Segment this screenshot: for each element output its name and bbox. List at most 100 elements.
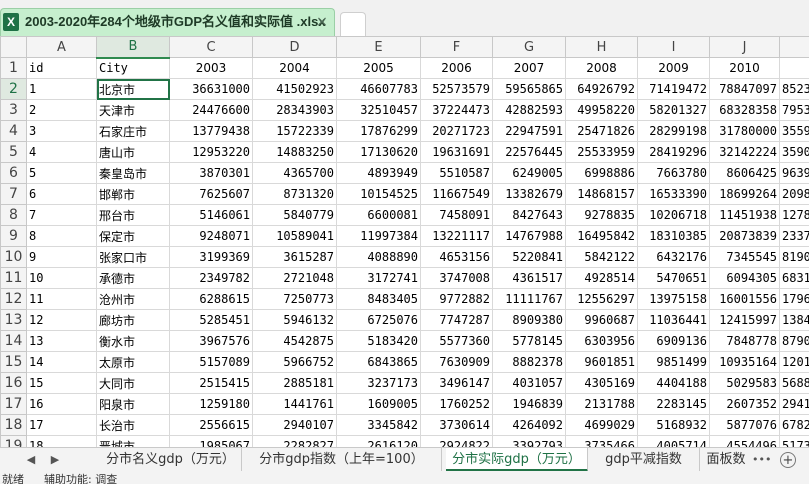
row-header[interactable]: 16: [0, 372, 27, 394]
cell-h2[interactable]: 64926792: [565, 78, 638, 100]
cell-i17[interactable]: 2283145: [637, 393, 710, 415]
cell-d3[interactable]: 28343903: [252, 99, 337, 121]
close-icon[interactable]: ×: [314, 13, 330, 31]
cell-k14[interactable]: 8790: [779, 330, 809, 352]
cell-h13[interactable]: 9960687: [565, 309, 638, 331]
cell-f8[interactable]: 7458091: [420, 204, 493, 226]
cell-j8[interactable]: 11451938: [709, 204, 780, 226]
cell-e17[interactable]: 1609005: [336, 393, 421, 415]
row-header[interactable]: 6: [0, 162, 27, 184]
cell-g10[interactable]: 5220841: [492, 246, 566, 268]
add-sheet-icon[interactable]: +: [780, 452, 796, 468]
cell-d9[interactable]: 10589041: [252, 225, 337, 247]
cell-k19[interactable]: 5173: [779, 435, 809, 447]
cell-a15[interactable]: 14: [26, 351, 97, 373]
cell-e11[interactable]: 3172741: [336, 267, 421, 289]
cell-d4[interactable]: 15722339: [252, 120, 337, 142]
cell-e16[interactable]: 3237173: [336, 372, 421, 394]
cell-j19[interactable]: 4554496: [709, 435, 780, 447]
cell-a16[interactable]: 15: [26, 372, 97, 394]
cell-a5[interactable]: 4: [26, 141, 97, 163]
cell-i11[interactable]: 5470651: [637, 267, 710, 289]
cell-a6[interactable]: 5: [26, 162, 97, 184]
cell-d10[interactable]: 3615287: [252, 246, 337, 268]
cell-b12[interactable]: 沧州市: [96, 288, 170, 310]
cell-c3[interactable]: 24476600: [169, 99, 253, 121]
row-header[interactable]: 10: [0, 246, 27, 268]
cell-f14[interactable]: 5577360: [420, 330, 493, 352]
cell-j4[interactable]: 31780000: [709, 120, 780, 142]
cell-c4[interactable]: 13779438: [169, 120, 253, 142]
cell-c13[interactable]: 5285451: [169, 309, 253, 331]
cell-e8[interactable]: 6600081: [336, 204, 421, 226]
cell-h17[interactable]: 2131788: [565, 393, 638, 415]
cell-f17[interactable]: 1760252: [420, 393, 493, 415]
cell-b5[interactable]: 唐山市: [96, 141, 170, 163]
cell-i1[interactable]: 2009: [637, 57, 710, 79]
column-header-f[interactable]: F: [420, 36, 493, 58]
cell-i18[interactable]: 5168932: [637, 414, 710, 436]
file-tab[interactable]: X 2003-2020年284个地级市GDP名义值和实际值 .xlsx ×: [0, 8, 335, 36]
cell-e4[interactable]: 17876299: [336, 120, 421, 142]
cell-e5[interactable]: 17130620: [336, 141, 421, 163]
cell-d13[interactable]: 5946132: [252, 309, 337, 331]
cell-j10[interactable]: 7345545: [709, 246, 780, 268]
cell-g17[interactable]: 1946839: [492, 393, 566, 415]
cell-k15[interactable]: 1201: [779, 351, 809, 373]
cell-g18[interactable]: 4264092: [492, 414, 566, 436]
cell-k3[interactable]: 7953: [779, 99, 809, 121]
cell-k9[interactable]: 2337: [779, 225, 809, 247]
cell-f2[interactable]: 52573579: [420, 78, 493, 100]
cell-j13[interactable]: 12415997: [709, 309, 780, 331]
cell-d1[interactable]: 2004: [252, 57, 337, 79]
row-header[interactable]: 3: [0, 99, 27, 121]
cell-i19[interactable]: 4005714: [637, 435, 710, 447]
cell-c7[interactable]: 7625607: [169, 183, 253, 205]
cell-g13[interactable]: 8909380: [492, 309, 566, 331]
cell-f10[interactable]: 4653156: [420, 246, 493, 268]
cell-h12[interactable]: 12556297: [565, 288, 638, 310]
cell-g2[interactable]: 59565865: [492, 78, 566, 100]
cell-f16[interactable]: 3496147: [420, 372, 493, 394]
cell-a11[interactable]: 10: [26, 267, 97, 289]
cell-d12[interactable]: 7250773: [252, 288, 337, 310]
cell-g6[interactable]: 6249005: [492, 162, 566, 184]
cell-h8[interactable]: 9278835: [565, 204, 638, 226]
cell-b14[interactable]: 衡水市: [96, 330, 170, 352]
row-header[interactable]: 2: [0, 78, 27, 100]
cell-j5[interactable]: 32142224: [709, 141, 780, 163]
sheet-tab-gdp-deflator[interactable]: gdp平减指数: [588, 448, 700, 472]
cell-f11[interactable]: 3747008: [420, 267, 493, 289]
cell-f1[interactable]: 2006: [420, 57, 493, 79]
cell-a14[interactable]: 13: [26, 330, 97, 352]
cell-d7[interactable]: 8731320: [252, 183, 337, 205]
cell-d16[interactable]: 2885181: [252, 372, 337, 394]
cell-i9[interactable]: 18310385: [637, 225, 710, 247]
cell-i4[interactable]: 28299198: [637, 120, 710, 142]
cell-h15[interactable]: 9601851: [565, 351, 638, 373]
cell-f6[interactable]: 5510587: [420, 162, 493, 184]
cell-f5[interactable]: 19631691: [420, 141, 493, 163]
cell-b11[interactable]: 承德市: [96, 267, 170, 289]
cell-i10[interactable]: 6432176: [637, 246, 710, 268]
cell-d19[interactable]: 2282827: [252, 435, 337, 447]
cell-c9[interactable]: 9248071: [169, 225, 253, 247]
cell-i12[interactable]: 13975158: [637, 288, 710, 310]
cell-b18[interactable]: 长治市: [96, 414, 170, 436]
cell-b1[interactable]: City: [96, 57, 170, 79]
cell-c17[interactable]: 1259180: [169, 393, 253, 415]
cell-f12[interactable]: 9772882: [420, 288, 493, 310]
cell-g11[interactable]: 4361517: [492, 267, 566, 289]
cell-g4[interactable]: 22947591: [492, 120, 566, 142]
cell-a13[interactable]: 12: [26, 309, 97, 331]
cell-k13[interactable]: 1384: [779, 309, 809, 331]
cell-e6[interactable]: 4893949: [336, 162, 421, 184]
cell-i2[interactable]: 71419472: [637, 78, 710, 100]
cell-a7[interactable]: 6: [26, 183, 97, 205]
row-header[interactable]: 13: [0, 309, 27, 331]
cell-d8[interactable]: 5840779: [252, 204, 337, 226]
cell-k17[interactable]: 2941: [779, 393, 809, 415]
cell-g8[interactable]: 8427643: [492, 204, 566, 226]
column-header-b[interactable]: B: [96, 36, 170, 59]
cell-h19[interactable]: 3735466: [565, 435, 638, 447]
